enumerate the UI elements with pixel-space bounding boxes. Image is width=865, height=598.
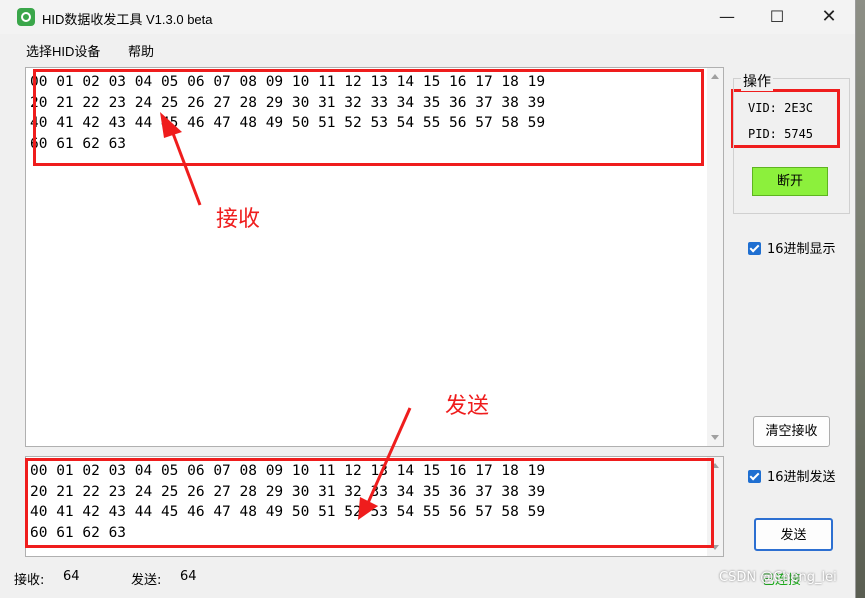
app-window: HID数据收发工具 V1.3.0 beta — ☐ ✕ 选择HID设备 帮助 0… [0,0,856,598]
send-button[interactable]: 发送 [754,518,833,551]
hex-display-checkbox[interactable]: 16进制显示 [748,238,836,257]
receive-arrow-head [160,112,182,138]
annotation-arrows [160,112,412,520]
vid-value: VID: 2E3C [748,101,814,115]
clear-receive-button[interactable]: 清空接收 [753,416,830,447]
annotation-send-label: 发送 [445,394,490,419]
receive-arrow-line [169,127,202,206]
hex-send-checkbox[interactable]: 16进制发送 [748,466,836,485]
send-arrow-line [366,407,412,504]
watermark: CSDN @Cheng_lei [719,570,837,585]
disconnect-button[interactable]: 断开 [752,167,828,196]
status-send-count: 64 [180,569,197,584]
operation-group-title: 操作 [741,71,773,91]
status-receive-label: 接收: [14,573,45,588]
annotation-receive-label: 接收 [216,207,261,232]
status-send-label: 发送: [131,573,162,588]
pid-value: PID: 5745 [748,127,814,141]
hex-send-label: 16进制发送 [767,470,836,485]
checkbox-checked-icon[interactable] [748,242,761,255]
status-receive-count: 64 [63,569,80,584]
hex-display-label: 16进制显示 [767,242,836,257]
checkbox-checked-icon[interactable] [748,470,761,483]
